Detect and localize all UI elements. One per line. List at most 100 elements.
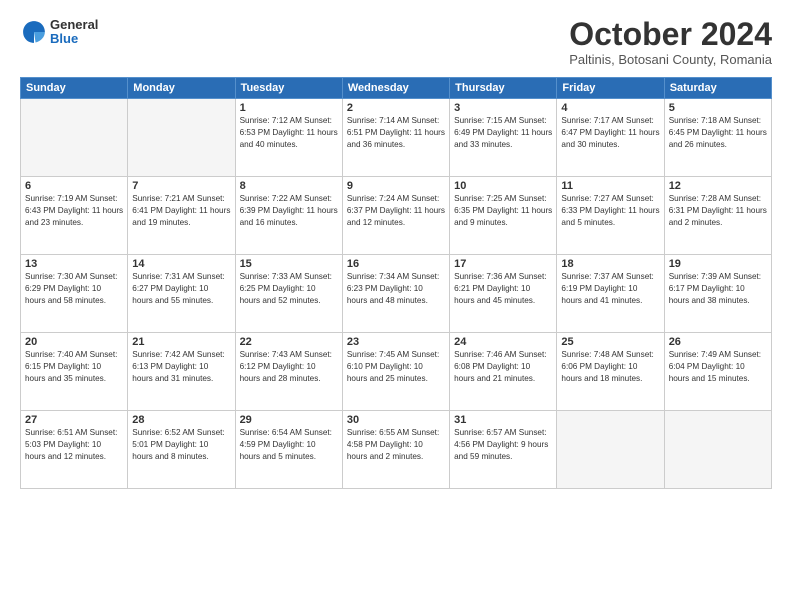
calendar-cell: 13Sunrise: 7:30 AM Sunset: 6:29 PM Dayli… [21,255,128,333]
day-info: Sunrise: 7:30 AM Sunset: 6:29 PM Dayligh… [25,271,123,307]
calendar-cell [21,99,128,177]
calendar-cell: 24Sunrise: 7:46 AM Sunset: 6:08 PM Dayli… [450,333,557,411]
day-info: Sunrise: 7:46 AM Sunset: 6:08 PM Dayligh… [454,349,552,385]
day-info: Sunrise: 7:19 AM Sunset: 6:43 PM Dayligh… [25,193,123,229]
day-number: 13 [25,258,123,270]
day-number: 12 [669,180,767,192]
day-info: Sunrise: 7:14 AM Sunset: 6:51 PM Dayligh… [347,115,445,151]
calendar-cell: 22Sunrise: 7:43 AM Sunset: 6:12 PM Dayli… [235,333,342,411]
day-info: Sunrise: 7:34 AM Sunset: 6:23 PM Dayligh… [347,271,445,307]
logo-blue-text: Blue [50,32,98,46]
week-row-3: 20Sunrise: 7:40 AM Sunset: 6:15 PM Dayli… [21,333,772,411]
header-sunday: Sunday [21,78,128,99]
day-info: Sunrise: 7:37 AM Sunset: 6:19 PM Dayligh… [561,271,659,307]
day-info: Sunrise: 7:22 AM Sunset: 6:39 PM Dayligh… [240,193,338,229]
calendar-cell: 17Sunrise: 7:36 AM Sunset: 6:21 PM Dayli… [450,255,557,333]
day-info: Sunrise: 6:54 AM Sunset: 4:59 PM Dayligh… [240,427,338,463]
day-number: 31 [454,414,552,426]
calendar-cell: 4Sunrise: 7:17 AM Sunset: 6:47 PM Daylig… [557,99,664,177]
calendar-cell: 26Sunrise: 7:49 AM Sunset: 6:04 PM Dayli… [664,333,771,411]
day-number: 9 [347,180,445,192]
calendar-cell [128,99,235,177]
calendar-cell: 16Sunrise: 7:34 AM Sunset: 6:23 PM Dayli… [342,255,449,333]
day-info: Sunrise: 7:24 AM Sunset: 6:37 PM Dayligh… [347,193,445,229]
day-info: Sunrise: 7:28 AM Sunset: 6:31 PM Dayligh… [669,193,767,229]
logo-general-text: General [50,18,98,32]
day-number: 5 [669,102,767,114]
calendar-cell: 23Sunrise: 7:45 AM Sunset: 6:10 PM Dayli… [342,333,449,411]
day-number: 11 [561,180,659,192]
week-row-2: 13Sunrise: 7:30 AM Sunset: 6:29 PM Dayli… [21,255,772,333]
day-number: 24 [454,336,552,348]
day-info: Sunrise: 7:36 AM Sunset: 6:21 PM Dayligh… [454,271,552,307]
calendar-cell: 9Sunrise: 7:24 AM Sunset: 6:37 PM Daylig… [342,177,449,255]
day-info: Sunrise: 7:15 AM Sunset: 6:49 PM Dayligh… [454,115,552,151]
day-number: 16 [347,258,445,270]
day-number: 19 [669,258,767,270]
day-info: Sunrise: 7:43 AM Sunset: 6:12 PM Dayligh… [240,349,338,385]
day-number: 22 [240,336,338,348]
calendar-cell: 8Sunrise: 7:22 AM Sunset: 6:39 PM Daylig… [235,177,342,255]
day-info: Sunrise: 6:52 AM Sunset: 5:01 PM Dayligh… [132,427,230,463]
day-info: Sunrise: 7:48 AM Sunset: 6:06 PM Dayligh… [561,349,659,385]
day-number: 1 [240,102,338,114]
logo-text: General Blue [50,18,98,47]
day-info: Sunrise: 7:17 AM Sunset: 6:47 PM Dayligh… [561,115,659,151]
day-number: 3 [454,102,552,114]
day-number: 18 [561,258,659,270]
day-info: Sunrise: 7:12 AM Sunset: 6:53 PM Dayligh… [240,115,338,151]
day-number: 6 [25,180,123,192]
calendar-cell: 20Sunrise: 7:40 AM Sunset: 6:15 PM Dayli… [21,333,128,411]
page: General Blue October 2024 Paltinis, Boto… [0,0,792,612]
week-row-1: 6Sunrise: 7:19 AM Sunset: 6:43 PM Daylig… [21,177,772,255]
day-number: 26 [669,336,767,348]
day-number: 21 [132,336,230,348]
day-number: 27 [25,414,123,426]
day-info: Sunrise: 7:25 AM Sunset: 6:35 PM Dayligh… [454,193,552,229]
location-subtitle: Paltinis, Botosani County, Romania [569,52,772,67]
week-row-4: 27Sunrise: 6:51 AM Sunset: 5:03 PM Dayli… [21,411,772,489]
weekday-header-row: Sunday Monday Tuesday Wednesday Thursday… [21,78,772,99]
day-info: Sunrise: 7:39 AM Sunset: 6:17 PM Dayligh… [669,271,767,307]
day-info: Sunrise: 7:31 AM Sunset: 6:27 PM Dayligh… [132,271,230,307]
week-row-0: 1Sunrise: 7:12 AM Sunset: 6:53 PM Daylig… [21,99,772,177]
day-info: Sunrise: 7:18 AM Sunset: 6:45 PM Dayligh… [669,115,767,151]
day-number: 4 [561,102,659,114]
calendar-cell [557,411,664,489]
calendar-cell: 10Sunrise: 7:25 AM Sunset: 6:35 PM Dayli… [450,177,557,255]
day-info: Sunrise: 7:33 AM Sunset: 6:25 PM Dayligh… [240,271,338,307]
day-number: 10 [454,180,552,192]
day-info: Sunrise: 6:55 AM Sunset: 4:58 PM Dayligh… [347,427,445,463]
calendar-cell: 18Sunrise: 7:37 AM Sunset: 6:19 PM Dayli… [557,255,664,333]
calendar-cell: 30Sunrise: 6:55 AM Sunset: 4:58 PM Dayli… [342,411,449,489]
header-friday: Friday [557,78,664,99]
day-number: 17 [454,258,552,270]
header-thursday: Thursday [450,78,557,99]
day-info: Sunrise: 6:57 AM Sunset: 4:56 PM Dayligh… [454,427,552,463]
day-info: Sunrise: 7:40 AM Sunset: 6:15 PM Dayligh… [25,349,123,385]
day-info: Sunrise: 7:42 AM Sunset: 6:13 PM Dayligh… [132,349,230,385]
day-number: 14 [132,258,230,270]
day-number: 29 [240,414,338,426]
title-block: October 2024 Paltinis, Botosani County, … [569,18,772,67]
header-saturday: Saturday [664,78,771,99]
calendar-cell: 27Sunrise: 6:51 AM Sunset: 5:03 PM Dayli… [21,411,128,489]
calendar-cell: 3Sunrise: 7:15 AM Sunset: 6:49 PM Daylig… [450,99,557,177]
day-number: 25 [561,336,659,348]
header-wednesday: Wednesday [342,78,449,99]
calendar-cell: 28Sunrise: 6:52 AM Sunset: 5:01 PM Dayli… [128,411,235,489]
logo-icon [20,18,48,46]
calendar-cell: 7Sunrise: 7:21 AM Sunset: 6:41 PM Daylig… [128,177,235,255]
calendar-cell: 21Sunrise: 7:42 AM Sunset: 6:13 PM Dayli… [128,333,235,411]
calendar-cell: 11Sunrise: 7:27 AM Sunset: 6:33 PM Dayli… [557,177,664,255]
day-info: Sunrise: 6:51 AM Sunset: 5:03 PM Dayligh… [25,427,123,463]
day-number: 15 [240,258,338,270]
day-number: 30 [347,414,445,426]
logo: General Blue [20,18,98,47]
month-title: October 2024 [569,18,772,50]
calendar-cell: 25Sunrise: 7:48 AM Sunset: 6:06 PM Dayli… [557,333,664,411]
calendar-cell: 5Sunrise: 7:18 AM Sunset: 6:45 PM Daylig… [664,99,771,177]
day-info: Sunrise: 7:49 AM Sunset: 6:04 PM Dayligh… [669,349,767,385]
header-tuesday: Tuesday [235,78,342,99]
day-info: Sunrise: 7:27 AM Sunset: 6:33 PM Dayligh… [561,193,659,229]
